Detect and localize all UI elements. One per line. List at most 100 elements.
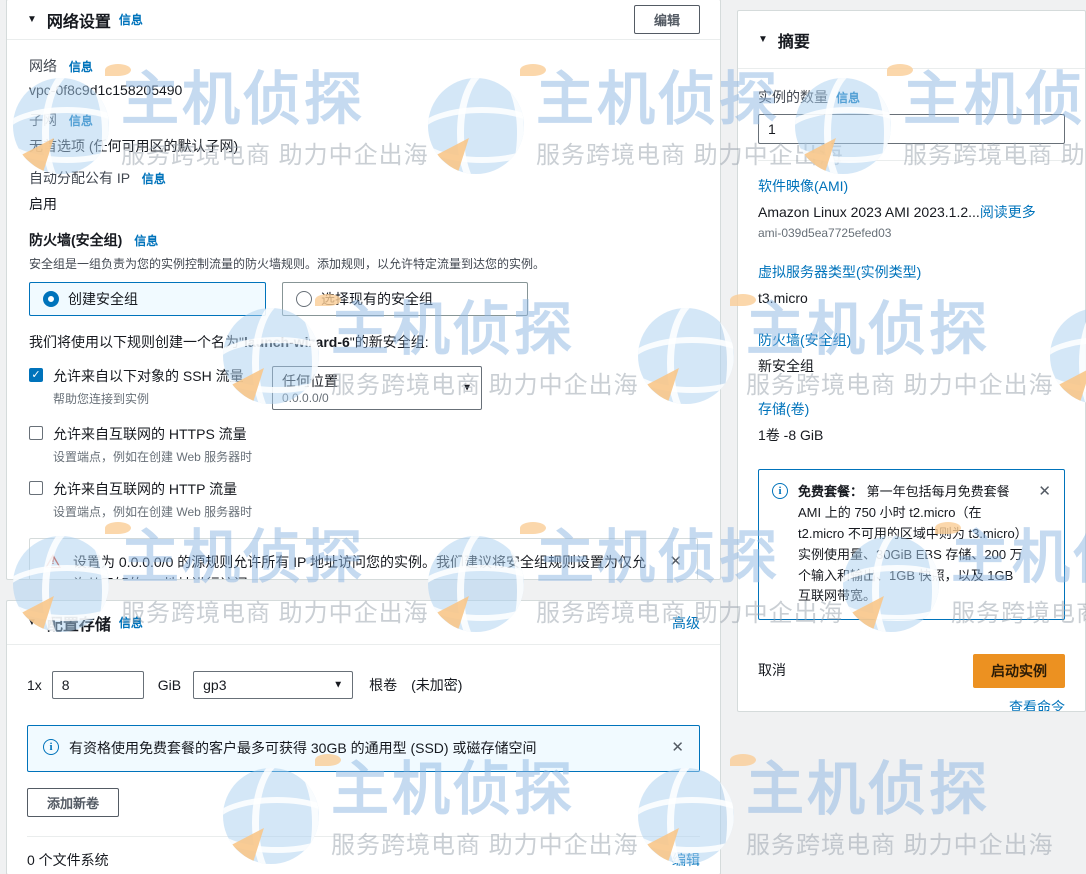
subnet-field-label: 子网 信息	[29, 110, 698, 130]
instance-count-label-row: 实例的数量 信息	[758, 87, 1065, 107]
collapse-caret-icon[interactable]: ▼	[27, 14, 37, 25]
volume-unit-label: GiB	[158, 677, 181, 693]
chevron-down-icon: ▼	[333, 680, 343, 691]
read-more-link[interactable]: 阅读更多	[980, 204, 1036, 220]
network-field-label: 网络 信息	[29, 56, 698, 76]
http-rule-label: 允许来自互联网的 HTTP 流量	[53, 479, 252, 499]
http-rule-row: ✓ 允许来自互联网的 HTTP 流量 设置端点，例如在创建 Web 服务器时	[29, 479, 698, 520]
free-tier-info-box: i 免费套餐： 第一年包括每月免费套餐 AMI 上的 750 小时 t2.mic…	[758, 469, 1065, 620]
vpc-value: vpc-0f8c9d1c158205490	[29, 82, 698, 98]
view-command-link[interactable]: 查看命令	[1009, 697, 1065, 712]
firewall-info-link[interactable]: 信息	[134, 234, 158, 248]
close-icon[interactable]: ✕	[1038, 482, 1051, 499]
new-sg-sentence: 我们将使用以下规则创建一个名为"launch-wizard-6"的新安全组:	[29, 332, 698, 352]
edit-file-systems-link[interactable]: 编辑	[672, 850, 700, 870]
ami-link[interactable]: 软件映像(AMI)	[758, 176, 1065, 196]
open-access-warning: 设置为 0.0.0.0/0 的源规则允许所有 IP 地址访问您的实例。我们建议将…	[29, 538, 698, 580]
radio-selected-icon[interactable]	[43, 291, 59, 307]
close-icon[interactable]: ✕	[669, 552, 682, 569]
storage-value: 1卷 -8 GiB	[758, 426, 1065, 446]
instance-type-link[interactable]: 虚拟服务器类型(实例类型)	[758, 262, 1065, 282]
select-existing-security-group-option[interactable]: 选择现有的安全组	[282, 282, 528, 316]
instance-count-label: 实例的数量	[758, 87, 828, 107]
edit-button[interactable]: 编辑	[634, 5, 700, 34]
storage-info-link[interactable]: 信息	[119, 614, 143, 631]
firewall-label: 防火墙(安全组) 信息	[29, 230, 698, 250]
launch-instance-button[interactable]: 启动实例	[973, 654, 1065, 688]
volume-row: 1x GiB gp3 ▼ 根卷 (未加密)	[27, 671, 700, 699]
instance-type-value: t3.micro	[758, 289, 1065, 309]
instance-count-input[interactable]	[758, 114, 1065, 144]
ami-value: Amazon Linux 2023 AMI 2023.1.2...阅读更多	[758, 203, 1065, 223]
summary-panel: ▼ 摘要 实例的数量 信息 软件映像(AMI) Amazon Linux 202…	[737, 10, 1086, 712]
cancel-button[interactable]: 取消	[758, 654, 786, 686]
network-settings-header: ▼ 网络设置 信息 编辑	[7, 0, 720, 40]
summary-item-firewall: 防火墙(安全组) 新安全组	[758, 330, 1065, 377]
configure-storage-title: 配置存储	[47, 611, 111, 635]
root-volume-label: 根卷	[369, 675, 397, 695]
watermark-title: 主机侦探	[746, 760, 1054, 821]
collapse-caret-icon[interactable]: ▼	[27, 617, 37, 628]
watermark-subtitle: 服务跨境电商 助力中企出海	[746, 825, 1054, 860]
volume-type-select[interactable]: gp3 ▼	[193, 671, 353, 699]
auto-ip-value: 启用	[29, 194, 698, 214]
http-rule-sub: 设置端点，例如在创建 Web 服务器时	[53, 503, 252, 520]
warning-text: 设置为 0.0.0.0/0 的源规则允许所有 IP 地址访问您的实例。我们建议将…	[73, 552, 655, 580]
volume-size-input[interactable]	[52, 671, 144, 699]
subnet-value: 无首选项 (任何可用区的默认子网)	[29, 136, 698, 156]
free-tier-storage-text: 有资格使用免费套餐的客户最多可获得 30GB 的通用型 (SSD) 或磁存储空间	[69, 738, 657, 759]
summary-item-instance-type: 虚拟服务器类型(实例类型) t3.micro	[758, 262, 1065, 309]
ssh-rule-label: 允许来自以下对象的 SSH 流量	[53, 366, 258, 386]
network-settings-panel: ▼ 网络设置 信息 编辑 网络 信息 vpc-0f8c9d1c158205490…	[6, 0, 721, 580]
https-rule-label: 允许来自互联网的 HTTPS 流量	[53, 424, 252, 444]
configure-storage-header: ▼ 配置存储 信息 高级	[7, 601, 720, 645]
chevron-down-icon: ▼	[462, 383, 472, 394]
ssh-source-select[interactable]: 任何位置 0.0.0.0/0 ▼	[272, 366, 482, 410]
subnet-info-link[interactable]: 信息	[69, 114, 93, 128]
configure-storage-panel: ▼ 配置存储 信息 高级 1x GiB gp3 ▼ 根卷 (未加密) i 有资格…	[6, 600, 721, 874]
summary-footer: 取消 启动实例 查看命令	[758, 654, 1065, 712]
radio-unselected-icon[interactable]	[296, 291, 312, 307]
instance-count-info-link[interactable]: 信息	[836, 89, 860, 106]
summary-item-storage: 存储(卷) 1卷 -8 GiB	[758, 399, 1065, 446]
ec2-launch-wizard-page: ▼ 网络设置 信息 编辑 网络 信息 vpc-0f8c9d1c158205490…	[0, 0, 1086, 874]
summary-item-ami: 软件映像(AMI) Amazon Linux 2023 AMI 2023.1.2…	[758, 176, 1065, 240]
network-info-link[interactable]: 信息	[69, 60, 93, 74]
security-group-options: 创建安全组 选择现有的安全组	[29, 282, 698, 316]
file-systems-row: 0 个文件系统 编辑	[27, 850, 700, 870]
collapse-caret-icon[interactable]: ▼	[758, 34, 768, 45]
sg-name: launch-wizard-6	[244, 334, 350, 350]
file-systems-count: 0 个文件系统	[27, 850, 109, 870]
ssh-source-value: 任何位置	[282, 371, 455, 391]
https-rule-row: ✓ 允许来自互联网的 HTTPS 流量 设置端点，例如在创建 Web 服务器时	[29, 424, 698, 465]
encryption-label: (未加密)	[411, 675, 462, 695]
create-security-group-option[interactable]: 创建安全组	[29, 282, 266, 316]
storage-link[interactable]: 存储(卷)	[758, 399, 1065, 419]
info-icon: i	[43, 739, 59, 755]
divider	[27, 836, 700, 837]
ssh-checkbox[interactable]: ✓	[29, 368, 43, 382]
firewall-value: 新安全组	[758, 357, 1065, 377]
free-tier-storage-notice: i 有资格使用免费套餐的客户最多可获得 30GB 的通用型 (SSD) 或磁存储…	[27, 725, 700, 772]
ssh-source-cidr: 0.0.0.0/0	[282, 391, 455, 405]
summary-title: 摘要	[778, 28, 810, 52]
free-tier-text: 免费套餐： 第一年包括每月免费套餐 AMI 上的 750 小时 t2.micro…	[798, 482, 1024, 607]
advanced-link[interactable]: 高级	[672, 613, 700, 633]
add-volume-button[interactable]: 添加新卷	[27, 788, 119, 817]
firewall-description: 安全组是一组负责为您的实例控制流量的防火墙规则。添加规则，以允许特定流量到达您的…	[29, 255, 698, 272]
summary-header: ▼ 摘要	[738, 11, 1085, 69]
network-settings-info-link[interactable]: 信息	[119, 11, 143, 28]
ami-id: ami-039d5ea7725efed03	[758, 226, 1065, 240]
summary-body: 实例的数量 信息 软件映像(AMI) Amazon Linux 2023 AMI…	[738, 69, 1085, 712]
close-icon[interactable]: ✕	[671, 738, 684, 755]
ssh-rule-sub: 帮助您连接到实例	[53, 390, 258, 407]
auto-ip-info-link[interactable]: 信息	[142, 172, 166, 186]
auto-ip-field-label: 自动分配公有 IP 信息	[29, 168, 698, 188]
divider	[758, 160, 1065, 161]
https-checkbox[interactable]: ✓	[29, 426, 43, 440]
http-checkbox[interactable]: ✓	[29, 481, 43, 495]
firewall-link[interactable]: 防火墙(安全组)	[758, 330, 1065, 350]
warning-icon	[45, 554, 61, 568]
ssh-rule-row: ✓ 允许来自以下对象的 SSH 流量 帮助您连接到实例 任何位置 0.0.0.0…	[29, 366, 698, 410]
configure-storage-body: 1x GiB gp3 ▼ 根卷 (未加密) i 有资格使用免费套餐的客户最多可获…	[7, 645, 720, 870]
